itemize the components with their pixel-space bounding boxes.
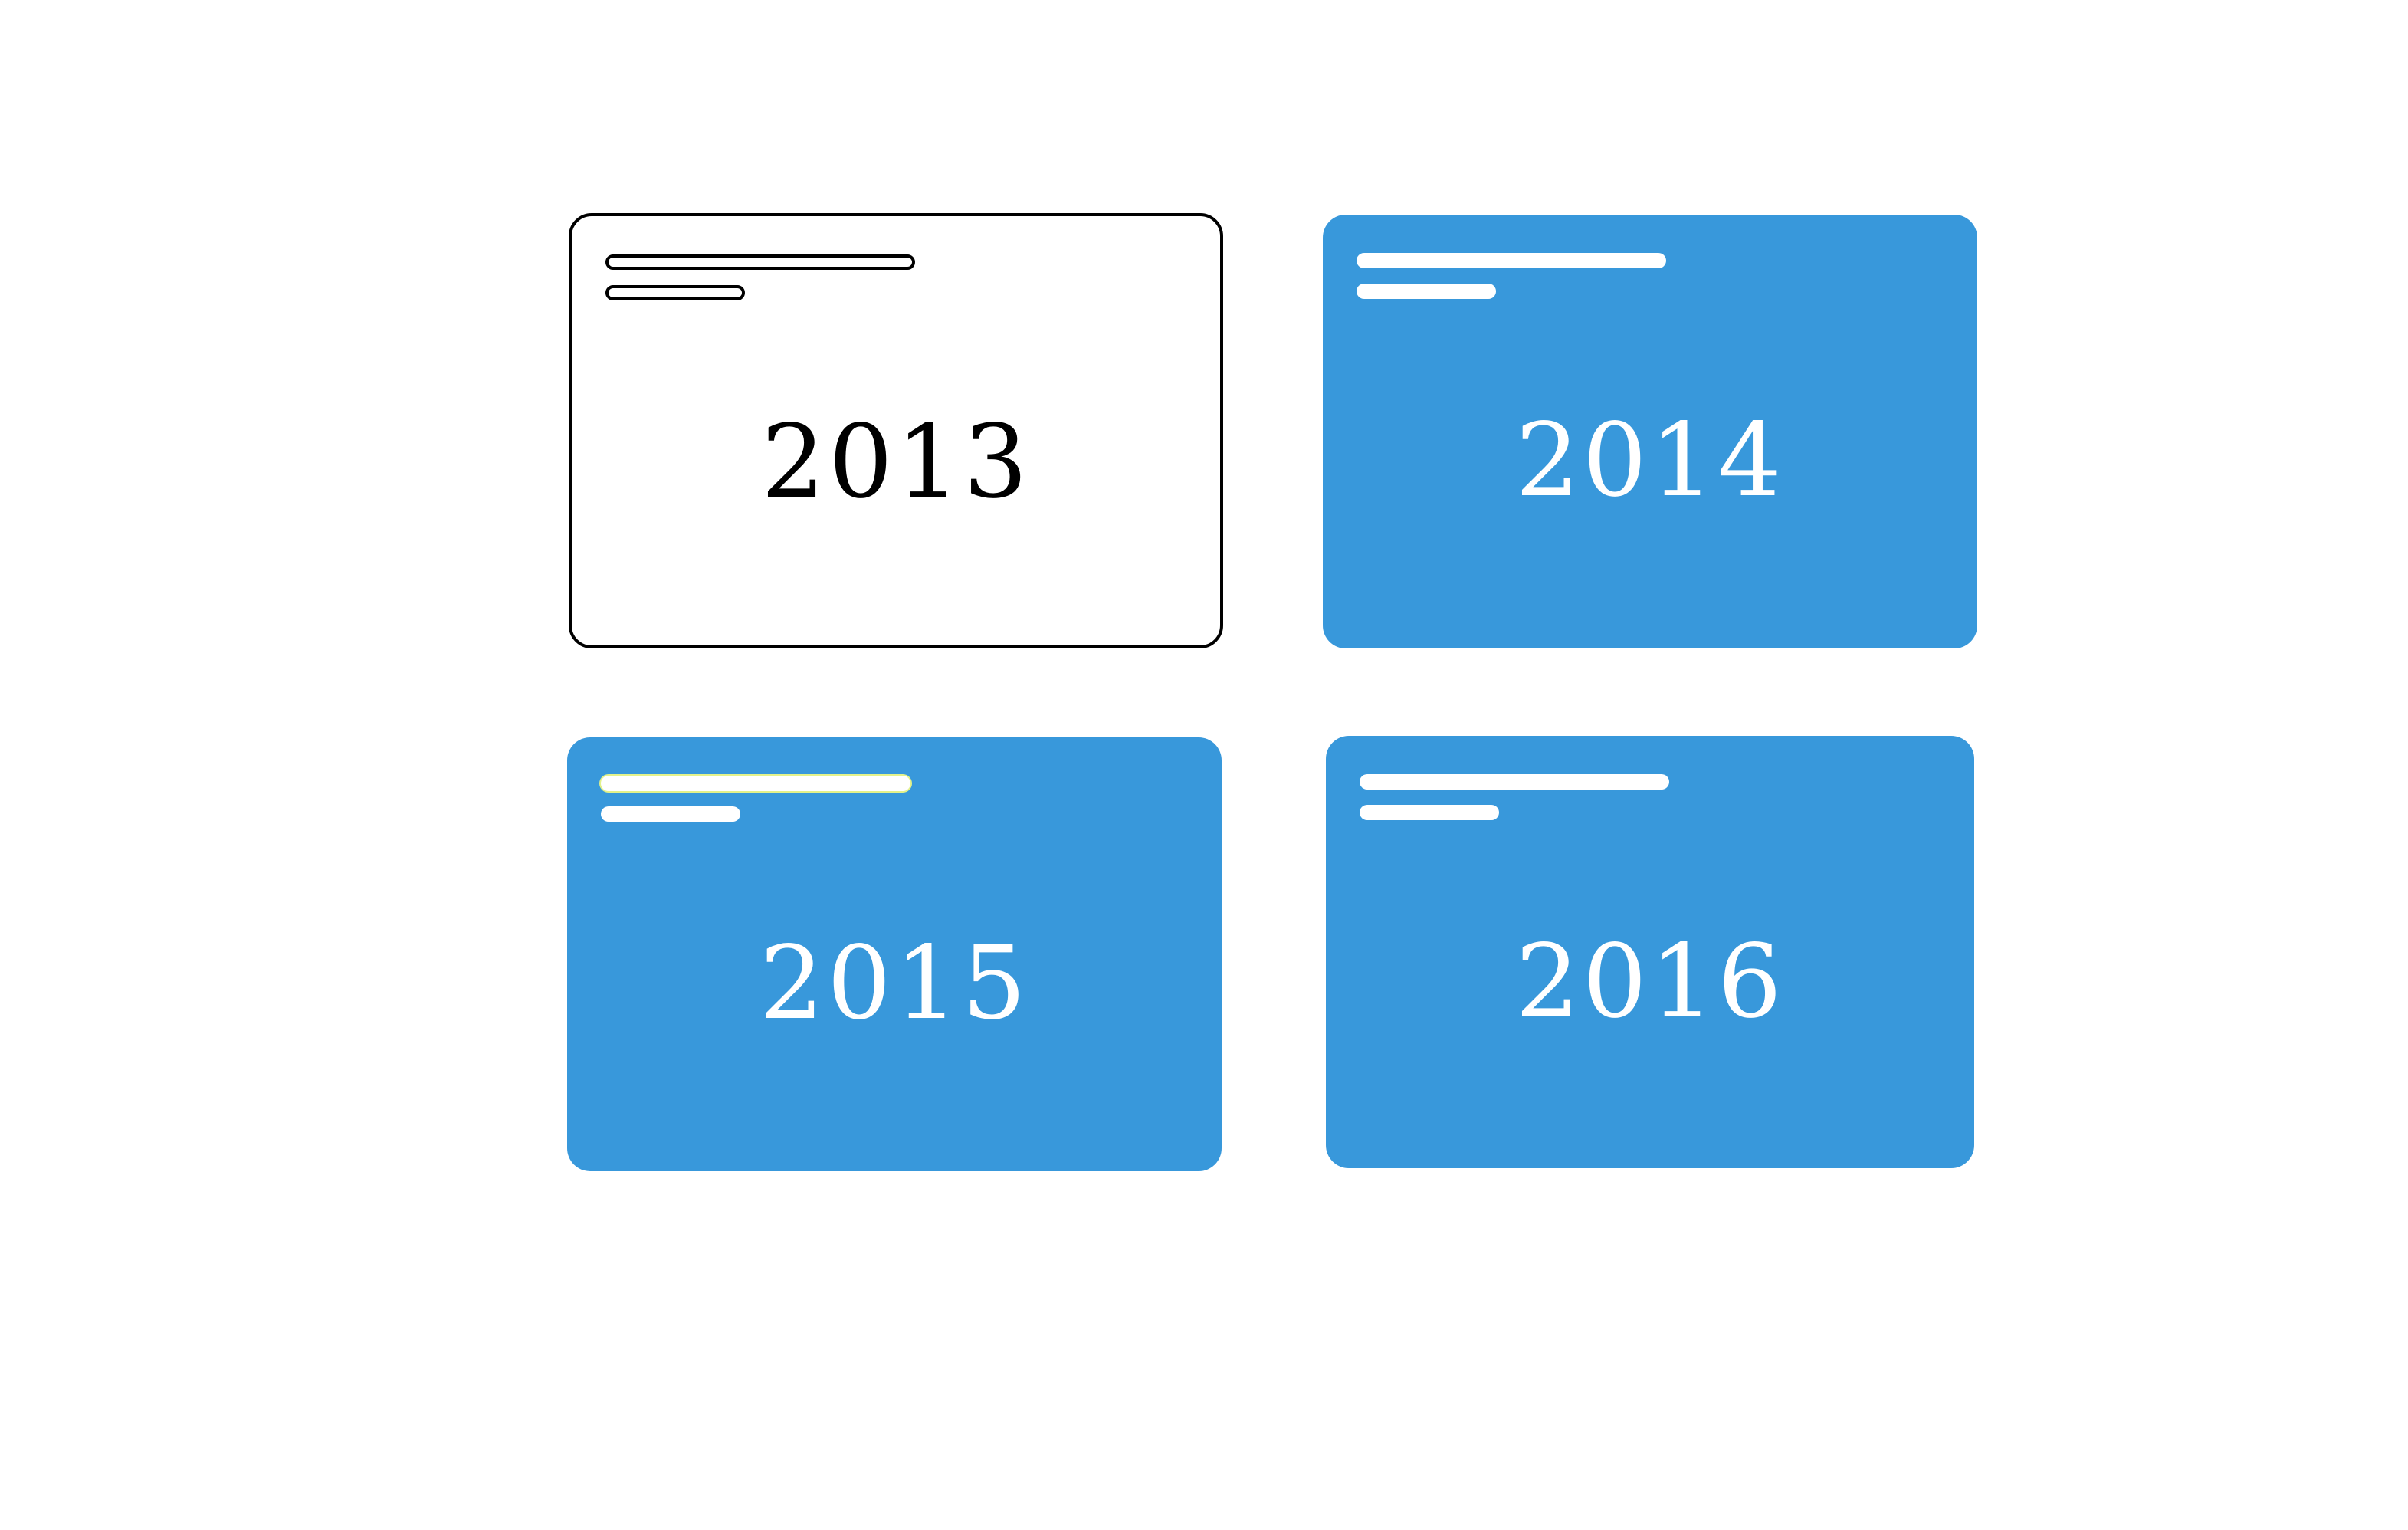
card-year-label: 2016 bbox=[1515, 923, 1785, 1041]
card-subtitle-placeholder bbox=[1360, 805, 1499, 820]
card-title-placeholder bbox=[1357, 253, 1666, 268]
year-card-2016[interactable]: 2016 bbox=[1326, 736, 1974, 1168]
card-title-placeholder bbox=[1360, 774, 1669, 790]
card-year-label: 2014 bbox=[1515, 402, 1785, 520]
card-subtitle-placeholder bbox=[1357, 284, 1496, 299]
card-title-placeholder bbox=[601, 776, 910, 791]
card-subtitle-placeholder bbox=[605, 285, 745, 300]
card-year-label: 2015 bbox=[759, 924, 1029, 1042]
card-year-label: 2013 bbox=[761, 403, 1031, 521]
year-card-2014[interactable]: 2014 bbox=[1323, 215, 1977, 648]
card-subtitle-placeholder bbox=[601, 806, 740, 822]
year-card-2015[interactable]: 2015 bbox=[567, 737, 1222, 1171]
card-title-placeholder bbox=[605, 254, 915, 270]
year-card-2013[interactable]: 2013 bbox=[569, 213, 1223, 648]
